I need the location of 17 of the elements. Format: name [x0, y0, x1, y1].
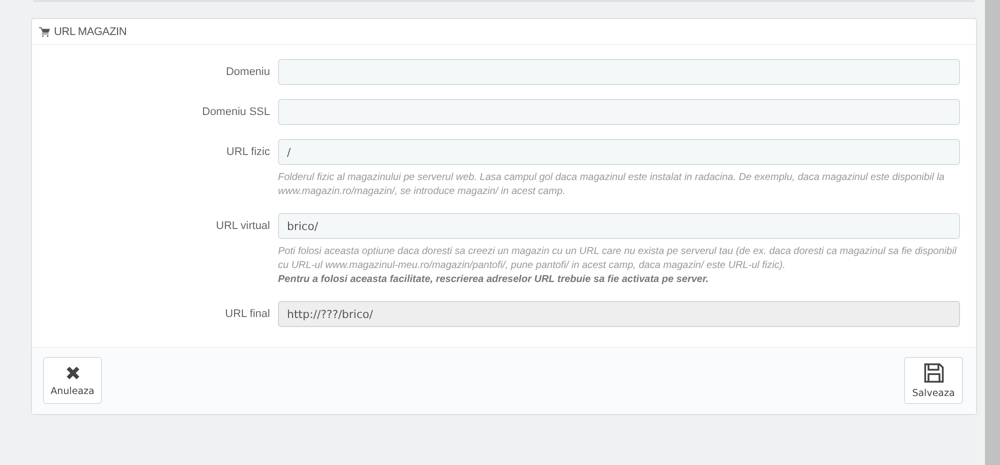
field-label: Domeniu	[224, 65, 271, 80]
field-label: URL fizic	[225, 145, 271, 160]
field-label: URL final	[224, 307, 271, 322]
scrollbar[interactable]	[985, 0, 1000, 465]
cancel-button[interactable]: Anuleaza	[43, 357, 102, 404]
input-field[interactable]	[278, 99, 960, 125]
field-label: URL virtual	[215, 219, 271, 234]
help-text: Folderul fizic al magazinului pe serverul web. Lasa campul gol daca magazinul este instalat in radacina. De exemplu, daca magazinul este disponibil la www.magazin.ro/magazin/, se introduce magazin/ in acest camp.	[278, 171, 946, 199]
cart-icon	[39, 26, 50, 36]
input-field[interactable]: /	[278, 139, 960, 165]
input-field[interactable]	[278, 59, 960, 85]
input-field[interactable]: brico/	[278, 213, 960, 239]
save-button[interactable]: Salveaza	[904, 357, 963, 404]
help-text: Poti folosi aceasta optiune daca doresti sa creezi un magazin cu un URL care nu exista pe serverul tau (de ex. daca doresti ca magazinul sa fie disponibil cu URL-ul www.magazinul-meu.ro/magazin/pantofi/, pune pantofi/ in acest camp, daca magazin/ este URL-ul fizic).	[278, 245, 958, 273]
panel-title: URL MAGAZIN	[54, 26, 127, 38]
help-text: Pentru a folosi aceasta facilitate, rescrierea adreselor URL trebuie sa fie activata pe server.	[278, 273, 710, 287]
field-label: Domeniu SSL	[201, 105, 271, 120]
